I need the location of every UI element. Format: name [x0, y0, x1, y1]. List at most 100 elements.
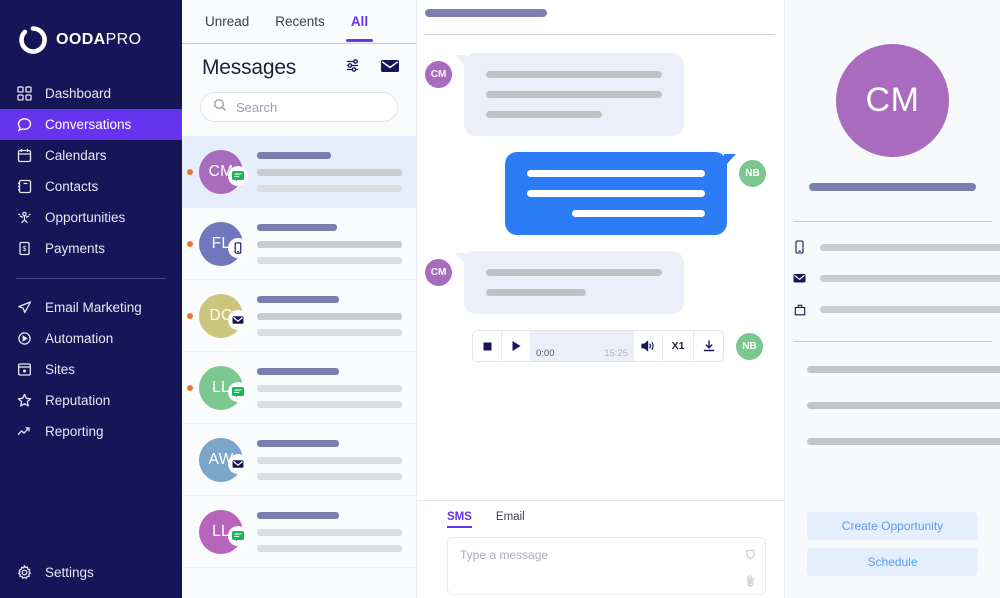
sidebar-item-sites[interactable]: Sites	[0, 354, 182, 385]
message-bubble-outgoing	[505, 152, 736, 235]
sidebar-item-label: Email Marketing	[45, 300, 142, 315]
volume-icon[interactable]	[634, 331, 663, 361]
sidebar-item-label: Automation	[45, 331, 114, 346]
audio-progress-track[interactable]: 0:00 15:25	[531, 331, 634, 361]
calendar-icon	[16, 147, 33, 164]
list-item[interactable]: AW	[182, 424, 416, 496]
list-item[interactable]: LL	[182, 496, 416, 568]
list-item-preview	[243, 511, 416, 552]
briefcase-icon	[793, 303, 806, 316]
search-container	[182, 80, 416, 136]
composer-input-box[interactable]: Type a message	[447, 537, 766, 595]
sidebar-item-email-marketing[interactable]: Email Marketing	[0, 292, 182, 323]
contact-field-phone	[793, 240, 1000, 254]
sidebar-item-calendars[interactable]: Calendars	[0, 140, 182, 171]
list-item-preview	[243, 367, 416, 408]
avatar: CM	[425, 61, 452, 88]
sms-icon	[228, 525, 248, 546]
search-box[interactable]	[200, 92, 398, 122]
sidebar-primary-nav: Dashboard Conversations Calendars Contac…	[0, 78, 182, 264]
brand-logo[interactable]: OODAPRO	[0, 0, 182, 62]
list-item[interactable]: LL	[182, 352, 416, 424]
contact-field-email	[793, 273, 1000, 284]
list-item[interactable]: FL	[182, 208, 416, 280]
list-item[interactable]: DC	[182, 280, 416, 352]
contact-meta-row	[807, 438, 1000, 445]
search-input[interactable]	[236, 99, 385, 115]
contact-meta-row	[807, 366, 1000, 373]
sidebar-item-dashboard[interactable]: Dashboard	[0, 78, 182, 109]
sidebar-item-reputation[interactable]: Reputation	[0, 385, 182, 416]
phone-icon	[793, 240, 806, 254]
chat-bubble-icon	[16, 116, 33, 133]
voice-message-row: 0:00 15:25 X1 NB	[425, 330, 766, 362]
snippet-icon[interactable]	[744, 548, 757, 566]
sliders-filter-icon[interactable]	[345, 57, 362, 79]
sidebar-item-label: Contacts	[45, 179, 99, 194]
contact-field-company	[793, 303, 1000, 316]
tab-all[interactable]: All	[345, 14, 374, 42]
contact-meta-row	[807, 402, 1000, 409]
list-item-preview	[243, 151, 416, 192]
contact-fields	[785, 222, 1000, 335]
contact-field-value	[820, 243, 1000, 251]
tab-email[interactable]: Email	[496, 511, 525, 528]
sidebar-item-contacts[interactable]: Contacts	[0, 171, 182, 202]
audio-player: 0:00 15:25 X1	[472, 330, 724, 362]
sidebar-item-label: Conversations	[45, 117, 132, 132]
sidebar-item-conversations[interactable]: Conversations	[0, 109, 182, 140]
tab-unread[interactable]: Unread	[205, 14, 249, 41]
stop-icon[interactable]	[473, 331, 502, 361]
thread-contact-name-placeholder	[425, 9, 547, 17]
contact-field-value	[820, 306, 1000, 313]
search-icon	[213, 98, 227, 117]
composer-placeholder: Type a message	[460, 548, 549, 562]
email-icon	[793, 273, 806, 284]
sidebar-item-opportunities[interactable]: Opportunities	[0, 202, 182, 233]
list-item-preview	[243, 223, 416, 264]
brand-name-bold: OODA	[56, 31, 106, 48]
contact-actions: Create Opportunity Schedule	[785, 512, 1000, 592]
envelope-icon[interactable]	[380, 58, 400, 79]
page-title: Messages	[202, 56, 297, 79]
create-opportunity-button[interactable]: Create Opportunity	[807, 512, 978, 540]
contact-name-placeholder	[809, 183, 976, 191]
messages-header: Messages	[182, 44, 416, 80]
sidebar-item-label: Opportunities	[45, 210, 126, 225]
audio-current-time: 0:00	[536, 348, 555, 359]
ring-logo-icon	[19, 26, 47, 54]
message-bubble-incoming	[455, 251, 684, 314]
star-icon	[16, 392, 33, 409]
play-icon[interactable]	[502, 331, 531, 361]
contact-book-icon	[16, 178, 33, 195]
sidebar-item-settings[interactable]: Settings	[0, 557, 182, 588]
tab-sms[interactable]: SMS	[447, 511, 472, 528]
message-bubble-incoming	[455, 53, 684, 136]
contact-field-value	[820, 275, 1000, 282]
thread-messages: CM NB CM 0:00 15:25 X1 NB	[417, 35, 784, 500]
tab-recents[interactable]: Recents	[275, 14, 325, 41]
composer-actions	[744, 548, 757, 594]
sms-icon	[228, 165, 248, 186]
sidebar-item-reporting[interactable]: Reporting	[0, 416, 182, 447]
attachment-icon[interactable]	[744, 574, 757, 592]
list-item[interactable]: CM	[182, 136, 416, 208]
sidebar-item-automation[interactable]: Automation	[0, 323, 182, 354]
sidebar-item-label: Reputation	[45, 393, 111, 408]
composer-tabs: SMS Email	[447, 511, 766, 528]
svg-text:$: $	[23, 246, 27, 253]
sidebar-item-payments[interactable]: $ Payments	[0, 233, 182, 264]
avatar: CM	[199, 149, 248, 194]
payment-icon: $	[16, 240, 33, 257]
sidebar: OODAPRO Dashboard Conversations Calendar…	[0, 0, 182, 598]
browser-window-icon	[16, 361, 33, 378]
message-thread-pane: CM NB CM 0:00 15:25 X1 NB SMS Email Type…	[417, 0, 785, 598]
audio-speed-button[interactable]: X1	[663, 331, 694, 361]
avatar: CM	[425, 259, 452, 286]
schedule-button[interactable]: Schedule	[807, 548, 978, 576]
opportunities-icon	[16, 209, 33, 226]
download-icon[interactable]	[694, 331, 723, 361]
conversation-list-pane: Unread Recents All Messages Search CM FL…	[182, 0, 417, 598]
sidebar-item-label: Reporting	[45, 424, 104, 439]
unread-dot	[187, 312, 193, 319]
